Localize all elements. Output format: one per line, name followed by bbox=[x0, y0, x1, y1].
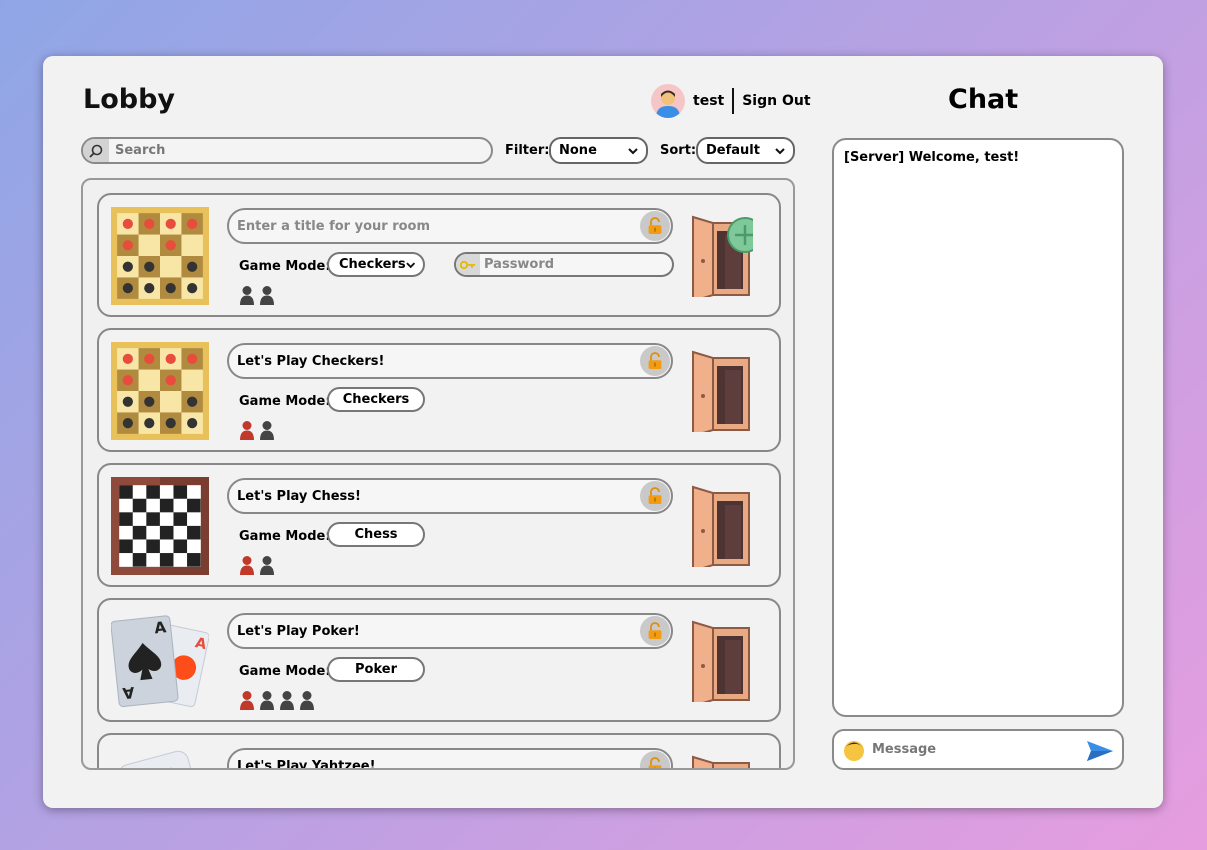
player-slot-filled-icon bbox=[239, 555, 255, 575]
sign-out-link[interactable]: Sign Out bbox=[742, 93, 810, 109]
room-title: Let's Play Poker! bbox=[227, 613, 673, 649]
room-list[interactable]: Game Mode: Checkers bbox=[81, 178, 795, 770]
header-divider bbox=[732, 88, 735, 114]
user-area: test Sign Out bbox=[651, 83, 811, 119]
unlocked-icon bbox=[647, 622, 663, 640]
filter-label: Filter: bbox=[505, 143, 550, 158]
chat-message: [Server] Welcome, test! bbox=[844, 150, 1020, 165]
player-slot-empty-icon bbox=[259, 690, 275, 710]
player-slot-filled-icon bbox=[239, 420, 255, 440]
filter-select[interactable]: None bbox=[549, 137, 648, 164]
search-icon bbox=[83, 139, 109, 162]
player-slots bbox=[239, 420, 275, 440]
room-card-poker: Let's Play Poker! Game Mode: Poker bbox=[97, 598, 781, 722]
sort-select[interactable]: Default bbox=[696, 137, 795, 164]
chevron-down-icon bbox=[775, 147, 785, 154]
sort-value: Default bbox=[706, 143, 760, 158]
game-mode-value: Checkers bbox=[339, 257, 406, 272]
game-mode-label: Game Mode: bbox=[239, 529, 331, 544]
room-title-text: Let's Play Yahtzee! bbox=[237, 758, 376, 770]
user-avatar-icon bbox=[656, 90, 680, 118]
join-room-door-button[interactable] bbox=[689, 485, 753, 567]
password-field[interactable] bbox=[454, 252, 674, 277]
player-slot-empty-icon bbox=[239, 285, 255, 305]
room-title-field[interactable] bbox=[227, 208, 673, 244]
game-mode-label: Game Mode: bbox=[239, 394, 331, 409]
chess-board-icon bbox=[111, 477, 209, 575]
lock-toggle-button[interactable] bbox=[640, 211, 670, 241]
room-title-text: Let's Play Poker! bbox=[237, 623, 360, 639]
unlocked-icon bbox=[647, 487, 663, 505]
avatar bbox=[651, 84, 685, 118]
page-title: Lobby bbox=[83, 84, 176, 115]
room-title-input[interactable] bbox=[237, 218, 627, 234]
player-slot-empty-icon bbox=[259, 555, 275, 575]
dice-icon bbox=[111, 747, 209, 770]
game-mode-label: Game Mode: bbox=[239, 259, 331, 274]
room-card-chess: Let's Play Chess! Game Mode: Chess bbox=[97, 463, 781, 587]
filter-value: None bbox=[559, 143, 597, 158]
room-card-yahtzee: Let's Play Yahtzee! bbox=[97, 733, 781, 770]
player-slots bbox=[239, 555, 275, 575]
key-icon bbox=[456, 254, 480, 275]
player-slot-empty-icon bbox=[279, 690, 295, 710]
password-input[interactable] bbox=[484, 257, 664, 272]
message-bar[interactable] bbox=[832, 729, 1124, 770]
search-input[interactable] bbox=[109, 143, 489, 158]
game-mode-badge: Chess bbox=[327, 522, 425, 547]
player-slot-empty-icon bbox=[299, 690, 315, 710]
unlocked-icon-button bbox=[640, 481, 670, 511]
game-mode-label: Game Mode: bbox=[239, 664, 331, 679]
player-slots bbox=[239, 690, 315, 710]
chat-title: Chat bbox=[948, 84, 1019, 115]
unlocked-icon bbox=[647, 352, 663, 370]
message-input[interactable] bbox=[872, 742, 1072, 757]
room-title-text: Let's Play Chess! bbox=[237, 488, 361, 504]
checkers-board-icon bbox=[111, 207, 209, 305]
room-title: Let's Play Chess! bbox=[227, 478, 673, 514]
join-room-door-button[interactable] bbox=[689, 755, 753, 770]
create-room-button[interactable] bbox=[689, 215, 753, 297]
lock-icon bbox=[647, 217, 663, 235]
room-title-text: Let's Play Checkers! bbox=[237, 353, 385, 369]
player-slot-empty-icon bbox=[259, 420, 275, 440]
chevron-down-icon bbox=[628, 147, 638, 154]
game-mode-badge: Poker bbox=[327, 657, 425, 682]
chevron-down-icon bbox=[405, 261, 415, 268]
room-card-checkers: Let's Play Checkers! Game Mode: Checkers bbox=[97, 328, 781, 452]
send-icon[interactable] bbox=[1086, 739, 1114, 763]
unlocked-icon-button bbox=[640, 616, 670, 646]
playing-cards-icon bbox=[111, 612, 209, 710]
room-title: Let's Play Checkers! bbox=[227, 343, 673, 379]
new-room-card: Game Mode: Checkers bbox=[97, 193, 781, 317]
search-bar[interactable] bbox=[81, 137, 493, 164]
checkers-board-icon bbox=[111, 342, 209, 440]
join-room-door-button[interactable] bbox=[689, 350, 753, 432]
unlocked-icon bbox=[647, 757, 663, 770]
join-room-door-button[interactable] bbox=[689, 620, 753, 702]
unlocked-icon-button bbox=[640, 751, 670, 770]
player-slot-empty-icon bbox=[259, 285, 275, 305]
player-slot-filled-icon bbox=[239, 690, 255, 710]
unlocked-icon-button bbox=[640, 346, 670, 376]
lobby-panel: Lobby test Sign Out Chat Filter: None So… bbox=[43, 56, 1163, 808]
room-title: Let's Play Yahtzee! bbox=[227, 748, 673, 770]
sort-label: Sort: bbox=[660, 143, 697, 158]
username-label: test bbox=[693, 93, 725, 109]
player-slots bbox=[239, 285, 275, 305]
user-emoji-icon bbox=[844, 740, 864, 761]
game-mode-badge: Checkers bbox=[327, 387, 425, 412]
game-mode-select[interactable]: Checkers bbox=[327, 252, 425, 277]
chat-messages[interactable]: [Server] Welcome, test! bbox=[832, 138, 1124, 717]
